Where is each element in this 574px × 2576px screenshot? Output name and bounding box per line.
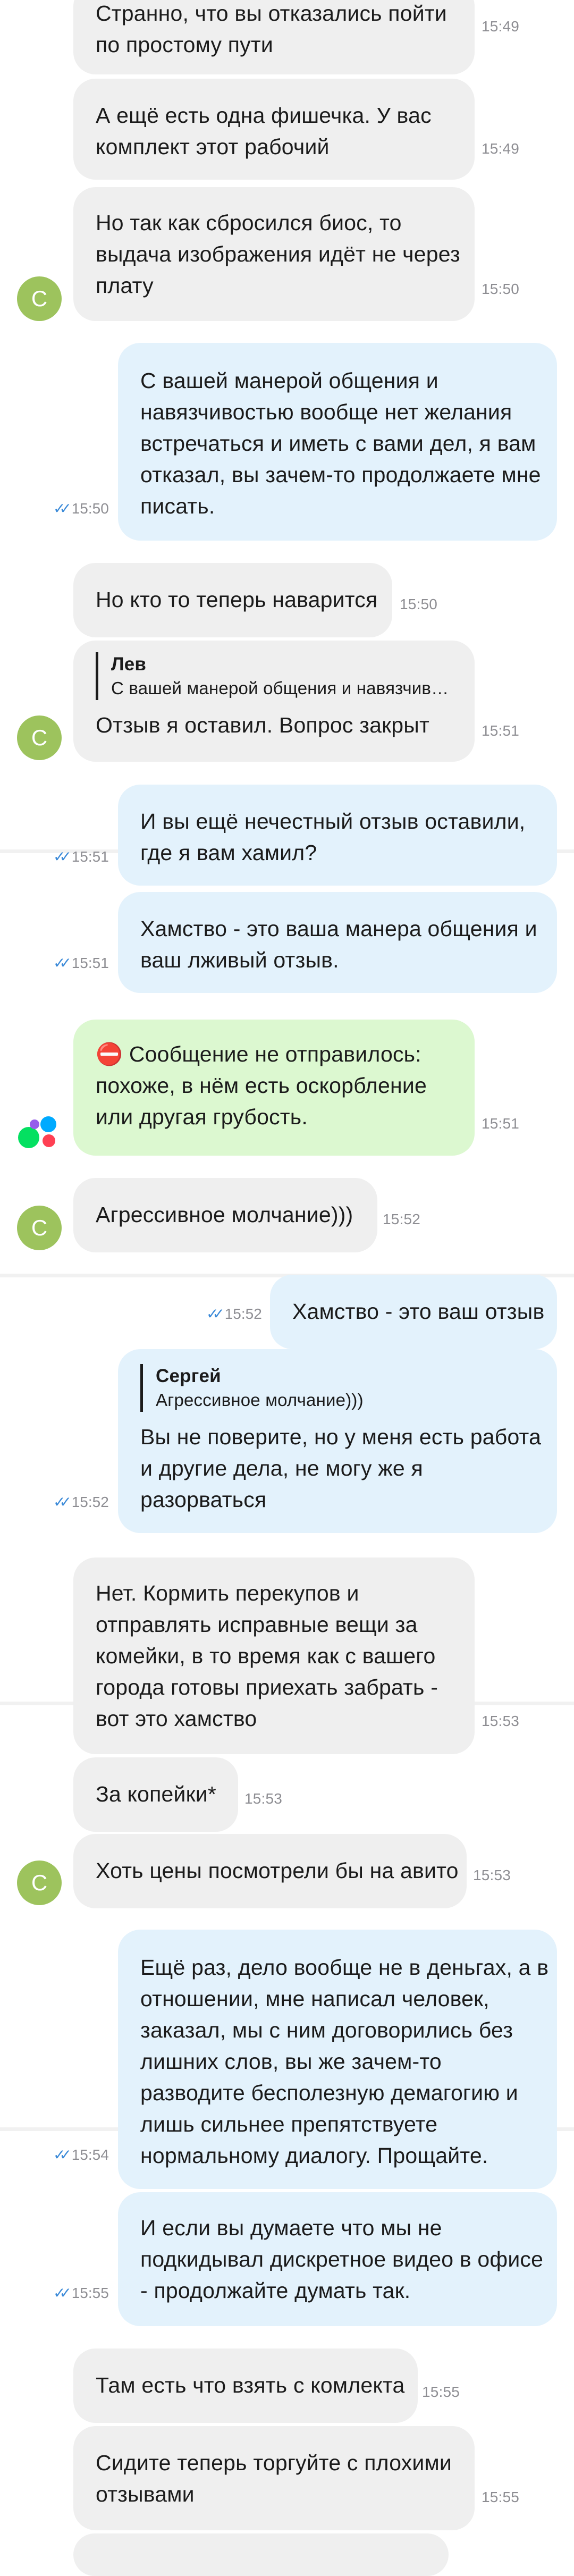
message-time: 15:51 <box>71 955 109 971</box>
message-time: 15:51 <box>482 1115 520 1132</box>
message-text: Вы не поверите, но у меня есть работа и … <box>140 1425 542 1512</box>
message-status: ✓✓ 15:52 <box>53 1494 109 1511</box>
message-bubble-incoming[interactable]: А ещё есть одна фишечка. У вас комплект … <box>73 79 519 180</box>
message-time: 15:51 <box>482 722 520 739</box>
message-status: ✓✓ 15:50 <box>53 500 109 517</box>
message-text: Но кто то теперь наварится <box>96 587 378 612</box>
message-text: Там есть что взять с комлекта <box>96 2373 405 2397</box>
message-time: 15:49 <box>482 18 520 35</box>
message-text: Нет. Кормить перекупов и отправлять испр… <box>96 1581 438 1731</box>
message-text: Агрессивное молчание))) <box>96 1202 353 1227</box>
message-time: 15:55 <box>71 2285 109 2301</box>
contact-avatar[interactable]: С <box>17 1861 62 1905</box>
no-entry-icon: ⛔ <box>96 1042 123 1066</box>
message-bubble-incoming[interactable]: Но кто то теперь наварится 15:50 <box>73 563 437 637</box>
message-text: И вы ещё нечестный отзыв оставили, где я… <box>140 809 526 865</box>
message-bubble-outgoing[interactable]: Ещё раз, дело вообще не в деньгах, а в о… <box>118 1930 557 2189</box>
message-text: Странно, что вы отказались пойти по прос… <box>96 1 447 57</box>
quote-author: Сергей <box>156 1366 221 1386</box>
message-text: Хамство - это ваш отзыв <box>292 1299 545 1324</box>
quote-text: С вашей манерой общения и навязчив… <box>111 678 449 698</box>
message-time: 15:53 <box>473 1867 511 1883</box>
read-check-icon: ✓✓ <box>53 848 72 865</box>
contact-avatar[interactable]: С <box>17 715 62 760</box>
message-status: ✓✓ 15:54 <box>53 2146 109 2163</box>
message-bubble-incoming[interactable]: Там есть что взять с комлекта 15:55 <box>73 2348 460 2423</box>
message-time: 15:53 <box>244 1790 283 1807</box>
message-status: ✓✓ 15:51 <box>53 955 109 972</box>
message-bubble-outgoing[interactable]: Хамство - это ваша манера общения и ваш … <box>118 892 557 993</box>
message-text: За копейки* <box>96 1782 217 1806</box>
message-bubble-incoming[interactable]: За копейки* 15:53 <box>73 1757 282 1832</box>
quote-text: Агрессивное молчание))) <box>156 1390 364 1410</box>
contact-avatar[interactable]: С <box>17 1206 62 1250</box>
message-status: ✓✓ 15:52 <box>206 1306 262 1323</box>
message-time: 15:52 <box>71 1494 109 1510</box>
message-text: А ещё есть одна фишечка. У вас комплект … <box>96 103 432 159</box>
app-logo-icon <box>18 1115 61 1152</box>
message-bubble-incoming[interactable]: Лев С вашей манерой общения и навязчив… … <box>73 641 519 762</box>
message-text: Но так как сбросился биос, то выдача изо… <box>96 211 460 298</box>
message-status: ✓✓ 15:55 <box>53 2285 109 2302</box>
reply-quote[interactable]: Сергей Агрессивное молчание))) <box>140 1364 528 1412</box>
message-time: 15:55 <box>422 2384 460 2400</box>
message-bubble-incoming[interactable]: Но так как сбросился биос, то выдача изо… <box>73 187 519 321</box>
system-warning-bubble[interactable]: ⛔ Сообщение не отправилось: похоже, в нё… <box>73 1020 519 1156</box>
message-status: ✓✓ 15:51 <box>53 848 109 865</box>
message-time: 15:51 <box>71 848 109 865</box>
message-bubble-outgoing[interactable]: С вашей манерой общения и навязчивостью … <box>118 343 557 541</box>
message-time: 15:50 <box>482 281 520 297</box>
reply-quote[interactable]: Лев С вашей манерой общения и навязчив… <box>96 652 451 700</box>
quote-author: Лев <box>111 654 147 675</box>
message-text: Хоть цены посмотрели бы на авито <box>96 1858 459 1883</box>
message-text: И если вы думаете что мы не подкидывал д… <box>140 2216 544 2303</box>
message-time: 15:50 <box>400 596 438 612</box>
message-text: Сидите теперь торгуйте с плохими отзывам… <box>96 2451 452 2506</box>
read-check-icon: ✓✓ <box>53 500 72 517</box>
message-time: 15:53 <box>482 1713 520 1729</box>
message-text: Отзыв я оставил. Вопрос закрыт <box>96 713 429 737</box>
message-time: 15:50 <box>71 500 109 517</box>
message-time: 15:55 <box>482 2489 520 2505</box>
message-bubble-outgoing[interactable]: И если вы думаете что мы не подкидывал д… <box>118 2192 557 2326</box>
message-bubble-incoming[interactable] <box>73 2533 449 2576</box>
read-check-icon: ✓✓ <box>53 2146 72 2163</box>
message-bubble-outgoing[interactable]: Хамство - это ваш отзыв <box>270 1275 557 1349</box>
message-bubble-outgoing[interactable]: И вы ещё нечестный отзыв оставили, где я… <box>118 785 557 886</box>
message-bubble-incoming[interactable]: Нет. Кормить перекупов и отправлять испр… <box>73 1558 519 1754</box>
read-check-icon: ✓✓ <box>53 1494 72 1510</box>
message-bubble-outgoing[interactable]: Сергей Агрессивное молчание))) Вы не пов… <box>118 1349 557 1533</box>
read-check-icon: ✓✓ <box>206 1306 225 1322</box>
message-bubble-incoming[interactable]: Хоть цены посмотрели бы на авито 15:53 <box>73 1834 511 1908</box>
message-time: 15:52 <box>224 1306 262 1322</box>
read-check-icon: ✓✓ <box>53 2285 72 2301</box>
message-bubble-incoming[interactable]: Странно, что вы отказались пойти по прос… <box>73 0 519 74</box>
message-text: Ещё раз, дело вообще не в деньгах, а в о… <box>140 1955 549 2168</box>
message-text: ⛔ Сообщение не отправилось: похоже, в нё… <box>96 1042 427 1129</box>
message-text: Хамство - это ваша манера общения и ваш … <box>140 916 537 972</box>
contact-avatar[interactable]: С <box>17 276 62 321</box>
message-time: 15:54 <box>71 2146 109 2163</box>
message-time: 15:49 <box>482 140 520 157</box>
message-time: 15:52 <box>383 1211 421 1227</box>
message-text: С вашей манерой общения и навязчивостью … <box>140 368 541 518</box>
read-check-icon: ✓✓ <box>53 955 72 971</box>
message-bubble-incoming[interactable]: Сидите теперь торгуйте с плохими отзывам… <box>73 2426 519 2530</box>
message-bubble-incoming[interactable]: Агрессивное молчание))) 15:52 <box>73 1178 420 1252</box>
